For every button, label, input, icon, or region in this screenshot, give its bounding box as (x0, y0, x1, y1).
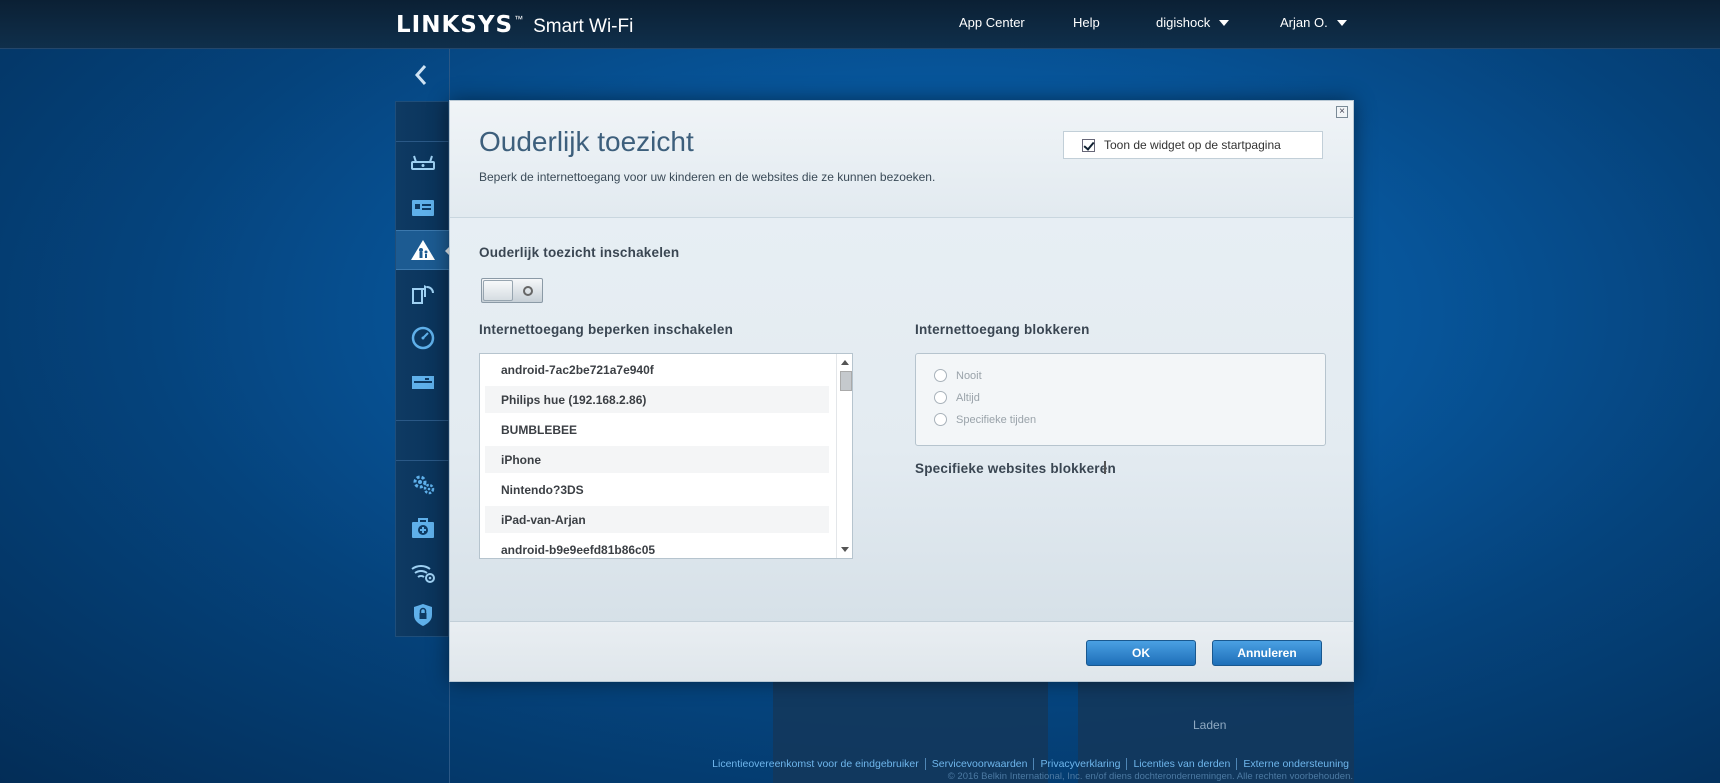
trademark: ™ (514, 14, 524, 24)
show-widget-label: Toon de widget op de startpagina (1104, 138, 1281, 152)
scroll-down-icon[interactable] (841, 547, 849, 552)
device-list[interactable]: android-7ac2be721a7e940f Philips hue (19… (479, 353, 853, 559)
sidebar-item-speed-test[interactable] (396, 318, 450, 358)
dialog-header: Ouderlijk toezicht Beperk de internettoe… (450, 101, 1353, 218)
brand-name: LINKSYS (396, 12, 514, 38)
sidebar-item-troubleshooting[interactable] (396, 508, 450, 548)
device-list-scrollbar[interactable] (836, 354, 852, 558)
footer-link-terms[interactable]: Servicevoorwaarden (924, 758, 1034, 770)
security-icon (414, 604, 432, 626)
toggle-off-icon (523, 286, 533, 296)
text-cursor (1104, 461, 1106, 474)
close-icon[interactable]: × (1336, 106, 1348, 118)
back-arrow-icon[interactable] (410, 62, 434, 88)
footer-link-eula[interactable]: Licentieovereenkomst voor de eindgebruik… (706, 758, 925, 770)
block-access-options: Nooit Altijd Specifieke tijden (915, 353, 1326, 446)
device-list-icon (412, 200, 434, 216)
nav-help[interactable]: Help (1073, 15, 1100, 30)
footer-link-support[interactable]: Externe ondersteuning (1236, 758, 1355, 770)
sidebar-item-router[interactable] (396, 143, 450, 183)
background-loading-text: Laden (1193, 718, 1227, 732)
list-item[interactable]: android-7ac2be721a7e940f (485, 356, 829, 383)
sidebar-item-external-storage[interactable] (396, 362, 450, 402)
block-option-specific-times[interactable]: Specifieke tijden (934, 413, 1036, 426)
nav-user-menu[interactable]: Arjan O. (1280, 15, 1347, 30)
list-item[interactable]: iPhone (485, 446, 829, 473)
router-icon (411, 155, 435, 170)
scroll-thumb[interactable] (840, 371, 852, 391)
show-widget-option[interactable]: Toon de widget op de startpagina (1063, 131, 1323, 159)
chevron-down-icon (1219, 19, 1230, 26)
chevron-down-icon (1336, 19, 1347, 26)
restrict-access-label: Internettoegang beperken inschakelen (479, 322, 734, 337)
footer-copyright: © 2016 Belkin International, Inc. en/of … (947, 771, 1353, 782)
nav-router-menu[interactable]: digishock (1156, 15, 1230, 30)
list-item[interactable]: android-b9e9eefd81b86c05 (485, 536, 829, 558)
ok-button[interactable]: OK (1086, 640, 1196, 666)
wireless-icon (411, 565, 435, 583)
top-bar: LINKSYS ™ Smart Wi-Fi App Center Help di… (0, 0, 1720, 49)
linksys-logo[interactable]: LINKSYS ™ Smart Wi-Fi (396, 12, 633, 38)
block-access-label: Internettoegang blokkeren (915, 322, 1090, 337)
media-prioritization-icon (412, 285, 434, 304)
footer-link-privacy[interactable]: Privacyverklaring (1033, 758, 1126, 770)
connectivity-icon (413, 475, 435, 495)
parental-controls-icon (411, 240, 435, 260)
speed-test-icon (411, 326, 435, 350)
block-websites-label: Specifieke websites blokkeren (915, 461, 1116, 476)
nav-app-center[interactable]: App Center (959, 15, 1025, 30)
show-widget-checkbox[interactable] (1082, 138, 1095, 152)
troubleshooting-icon (412, 518, 434, 538)
external-storage-icon (412, 376, 434, 389)
list-item[interactable]: BUMBLEBEE (485, 416, 829, 443)
sidebar-item-connectivity[interactable] (396, 464, 450, 504)
list-item[interactable]: Philips hue (192.168.2.86) (485, 386, 829, 413)
sidebar-item-devices[interactable] (396, 187, 450, 227)
footer-link-third-party[interactable]: Licenties van derden (1126, 758, 1236, 770)
radio-always[interactable] (934, 391, 947, 404)
block-option-never[interactable]: Nooit (934, 369, 982, 382)
dialog-subtitle: Beperk de internettoegang voor uw kinder… (479, 170, 936, 184)
dialog-title: Ouderlijk toezicht (479, 126, 694, 157)
dialog-footer: OK Annuleren (450, 621, 1353, 681)
toggle-knob (483, 280, 513, 301)
scroll-up-icon[interactable] (841, 360, 849, 365)
parental-controls-toggle[interactable] (481, 278, 543, 303)
sidebar-item-parental-controls[interactable] (396, 230, 451, 270)
parental-controls-dialog: Ouderlijk toezicht Beperk de internettoe… (449, 100, 1354, 682)
radio-specific-times[interactable] (934, 413, 947, 426)
sidebar-item-media-prioritization[interactable] (396, 274, 450, 314)
list-item[interactable]: Nintendo?3DS (485, 476, 829, 503)
sidebar-item-wireless[interactable] (396, 552, 450, 592)
cancel-button[interactable]: Annuleren (1212, 640, 1322, 666)
product-name: Smart Wi-Fi (533, 16, 634, 37)
footer-links: Licentieovereenkomst voor de eindgebruik… (706, 758, 1355, 770)
block-option-always[interactable]: Altijd (934, 391, 980, 404)
sidebar-item-security[interactable] (396, 595, 450, 635)
radio-never[interactable] (934, 369, 947, 382)
sidebar (395, 101, 451, 637)
enable-parental-controls-label: Ouderlijk toezicht inschakelen (479, 245, 680, 260)
list-item[interactable]: iPad-van-Arjan (485, 506, 829, 533)
